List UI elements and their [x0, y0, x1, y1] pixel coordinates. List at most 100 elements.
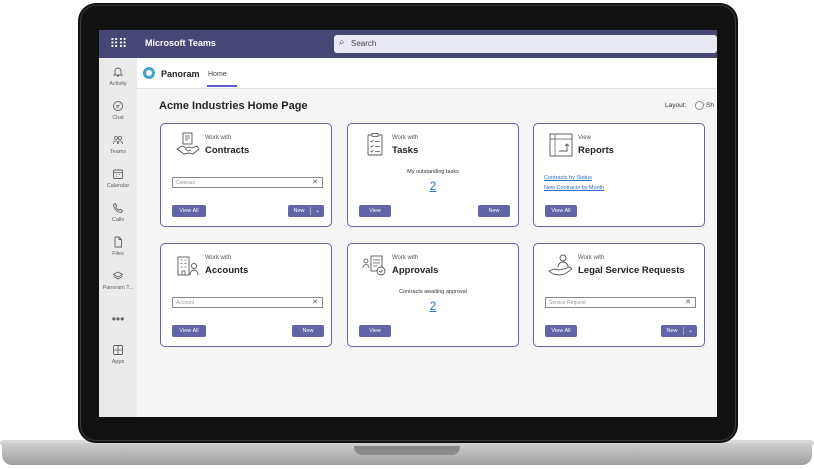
search-placeholder: Search [351, 39, 377, 48]
tasks-count-link[interactable]: 2 [348, 179, 518, 193]
rail-item-teams[interactable]: Teams [99, 134, 137, 155]
approvals-view-button[interactable]: View [359, 325, 391, 337]
service-request-search-input[interactable]: Service Request ✕ [545, 297, 696, 308]
card-pre-label: Work with [392, 255, 419, 261]
tab-home-indicator [207, 85, 237, 87]
handshake-contract-icon [176, 132, 200, 155]
rail-label: Chat [112, 115, 124, 121]
bell-icon [99, 66, 137, 80]
account-search-input[interactable]: Account ✕ [172, 297, 323, 308]
app-title: Microsoft Teams [145, 38, 216, 48]
card-reports: View Reports Contracts by Status New Con… [533, 123, 705, 227]
building-account-icon [177, 256, 199, 276]
contracts-new-split-button[interactable]: New ⌄ [288, 205, 324, 217]
card-tasks: Work with Tasks My outstanding tasks 2 V… [347, 123, 519, 227]
card-title: Reports [578, 145, 614, 156]
reports-view-all-button[interactable]: View All [545, 205, 577, 217]
app-header: Panoram Home [137, 58, 717, 89]
input-placeholder: Account [176, 300, 195, 306]
clear-icon[interactable]: ✕ [312, 298, 318, 306]
teams-top-bar: ⠿⠿ Microsoft Teams ⌕ Search [99, 30, 717, 58]
more-icon: ••• [111, 312, 125, 326]
card-title: Tasks [392, 145, 419, 156]
laptop-notch [354, 446, 460, 455]
accounts-new-button[interactable]: New [292, 325, 324, 337]
accounts-view-all-button[interactable]: View All [172, 325, 206, 337]
rail-item-more[interactable]: ••• [99, 312, 137, 326]
legal-new-split-button[interactable]: New ⌄ [661, 325, 697, 337]
split-divider [683, 327, 684, 335]
card-approvals: Work with Approvals Contracts awaiting a… [347, 243, 519, 347]
clear-icon[interactable]: ✕ [685, 298, 691, 306]
rail-label: Apps [111, 359, 125, 365]
layout-radio[interactable] [695, 101, 704, 110]
tasks-caption: My outstanding tasks [407, 169, 459, 175]
chat-icon [99, 100, 137, 114]
calendar-icon [99, 168, 137, 182]
rail-item-files[interactable]: Files [99, 236, 137, 257]
card-title: Legal Service Requests [578, 265, 685, 276]
layout-option-text: Sh [706, 102, 714, 109]
hand-person-icon [548, 254, 573, 276]
contract-search-input[interactable]: Contract ✕ [172, 177, 323, 188]
panoram-logo [143, 67, 155, 79]
page-title: Acme Industries Home Page [159, 100, 308, 112]
rail-label: Calls [111, 217, 125, 223]
tasks-view-button[interactable]: View [359, 205, 391, 217]
app-content: Panoram Home Acme Industries Home Page L… [137, 58, 717, 417]
panoram-icon [99, 270, 137, 284]
chevron-down-icon[interactable]: ⌄ [685, 325, 696, 337]
rail-item-chat[interactable]: Chat [99, 100, 137, 121]
tasks-new-button[interactable]: New [478, 205, 510, 217]
rail-label: Calendar [106, 183, 130, 189]
card-title: Contracts [205, 145, 250, 156]
input-placeholder: Contract [176, 180, 195, 186]
card-contracts: Work with Contracts Contract ✕ View All … [160, 123, 332, 227]
new-button-label[interactable]: New [661, 325, 683, 337]
rail-label: Files [112, 251, 124, 257]
card-legal-service-requests: Work with Legal Service Requests Service… [533, 243, 705, 347]
app-name: Panoram [161, 69, 200, 79]
report-chart-icon [549, 133, 573, 157]
phone-icon [99, 202, 137, 216]
rail-item-apps[interactable]: Apps [99, 344, 137, 365]
search-input[interactable]: ⌕ Search [334, 35, 717, 53]
rail-item-panoram[interactable]: Panoram T... [99, 270, 137, 291]
approvals-count-link[interactable]: 2 [348, 299, 518, 313]
file-icon [99, 236, 137, 250]
card-pre-label: Work with [578, 255, 605, 261]
approvals-caption: Contracts awaiting approval [399, 289, 467, 295]
layout-label: Layout: [665, 102, 687, 109]
approval-document-icon [362, 255, 386, 276]
rail-label: Activity [109, 81, 127, 87]
card-pre-label: Work with [205, 135, 232, 141]
clear-icon[interactable]: ✕ [312, 178, 318, 186]
legal-view-all-button[interactable]: View All [545, 325, 577, 337]
card-pre-label: View [578, 135, 591, 141]
rail-item-calendar[interactable]: Calendar [99, 168, 137, 189]
new-button-label[interactable]: New [288, 205, 310, 217]
input-placeholder: Service Request [549, 300, 586, 306]
teams-icon [99, 134, 137, 148]
card-title: Accounts [205, 265, 249, 276]
rail-label: Teams [109, 149, 127, 155]
split-divider [310, 207, 311, 215]
left-rail: Activity Chat Teams Calendar Calls Files… [99, 58, 137, 417]
card-accounts: Work with Accounts Account ✕ View All Ne… [160, 243, 332, 347]
rail-item-activity[interactable]: Activity [99, 66, 137, 87]
card-pre-label: Work with [205, 255, 232, 261]
report-link-new-contracts-by-month[interactable]: New Contracts by Month [544, 185, 604, 191]
report-link-contracts-by-status[interactable]: Contracts by Status [544, 175, 592, 181]
tab-home[interactable]: Home [208, 71, 227, 78]
rail-label: Panoram T... [102, 285, 134, 291]
rail-item-calls[interactable]: Calls [99, 202, 137, 223]
card-pre-label: Work with [392, 135, 419, 141]
clipboard-checklist-icon [367, 133, 383, 156]
chevron-down-icon[interactable]: ⌄ [312, 205, 323, 217]
card-title: Approvals [392, 265, 439, 276]
search-icon: ⌕ [339, 37, 345, 48]
screen: ⠿⠿ Microsoft Teams ⌕ Search Activity Cha… [99, 30, 717, 417]
contracts-view-all-button[interactable]: View All [172, 205, 206, 217]
app-launcher-icon[interactable]: ⠿⠿ [108, 35, 128, 53]
apps-icon [99, 344, 137, 358]
